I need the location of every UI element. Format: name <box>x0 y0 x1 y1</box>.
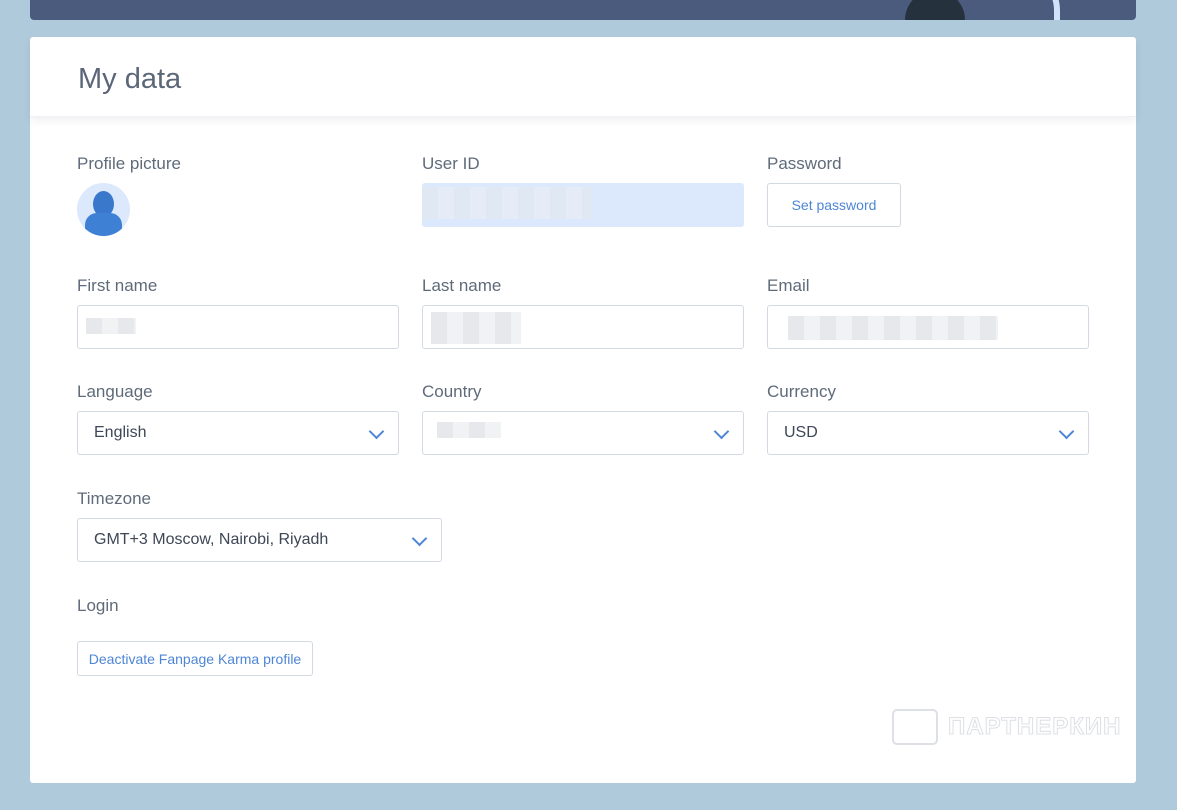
currency-value: USD <box>784 424 818 441</box>
user-id-label: User ID <box>422 154 480 173</box>
first-name-label: First name <box>77 276 158 295</box>
country-label: Country <box>422 382 482 401</box>
language-label: Language <box>77 382 153 401</box>
user-avatar-icon[interactable] <box>77 183 130 236</box>
last-name-input[interactable] <box>422 305 744 349</box>
currency-label: Currency <box>767 382 836 401</box>
chevron-down-icon <box>411 530 428 547</box>
chevron-down-icon <box>713 423 730 440</box>
login-label: Login <box>77 596 119 615</box>
country-select[interactable] <box>422 411 744 455</box>
password-label: Password <box>767 154 842 173</box>
last-name-label: Last name <box>422 276 502 295</box>
email-label: Email <box>767 276 810 295</box>
first-name-input[interactable] <box>77 305 399 349</box>
page-title: My data <box>78 63 182 95</box>
set-password-button[interactable]: Set password <box>767 183 901 227</box>
deactivate-profile-button[interactable]: Deactivate Fanpage Karma profile <box>77 641 313 676</box>
user-id-field <box>422 183 744 227</box>
timezone-label: Timezone <box>77 489 152 508</box>
chevron-down-icon <box>368 423 385 440</box>
watermark: ПАРТНЕРКИН <box>892 709 1122 745</box>
timezone-value: GMT+3 Moscow, Nairobi, Riyadh <box>94 531 329 548</box>
profile-picture-label: Profile picture <box>77 154 181 173</box>
my-data-card: My data Profile picture User ID Password… <box>30 37 1136 783</box>
currency-select[interactable]: USD <box>767 411 1089 455</box>
watermark-logo-icon <box>892 709 938 745</box>
chevron-down-icon <box>1058 423 1075 440</box>
language-value: English <box>94 424 147 441</box>
header-banner <box>30 0 1136 20</box>
email-input[interactable] <box>767 305 1089 349</box>
language-select[interactable]: English <box>77 411 399 455</box>
timezone-select[interactable]: GMT+3 Moscow, Nairobi, Riyadh <box>77 518 442 562</box>
